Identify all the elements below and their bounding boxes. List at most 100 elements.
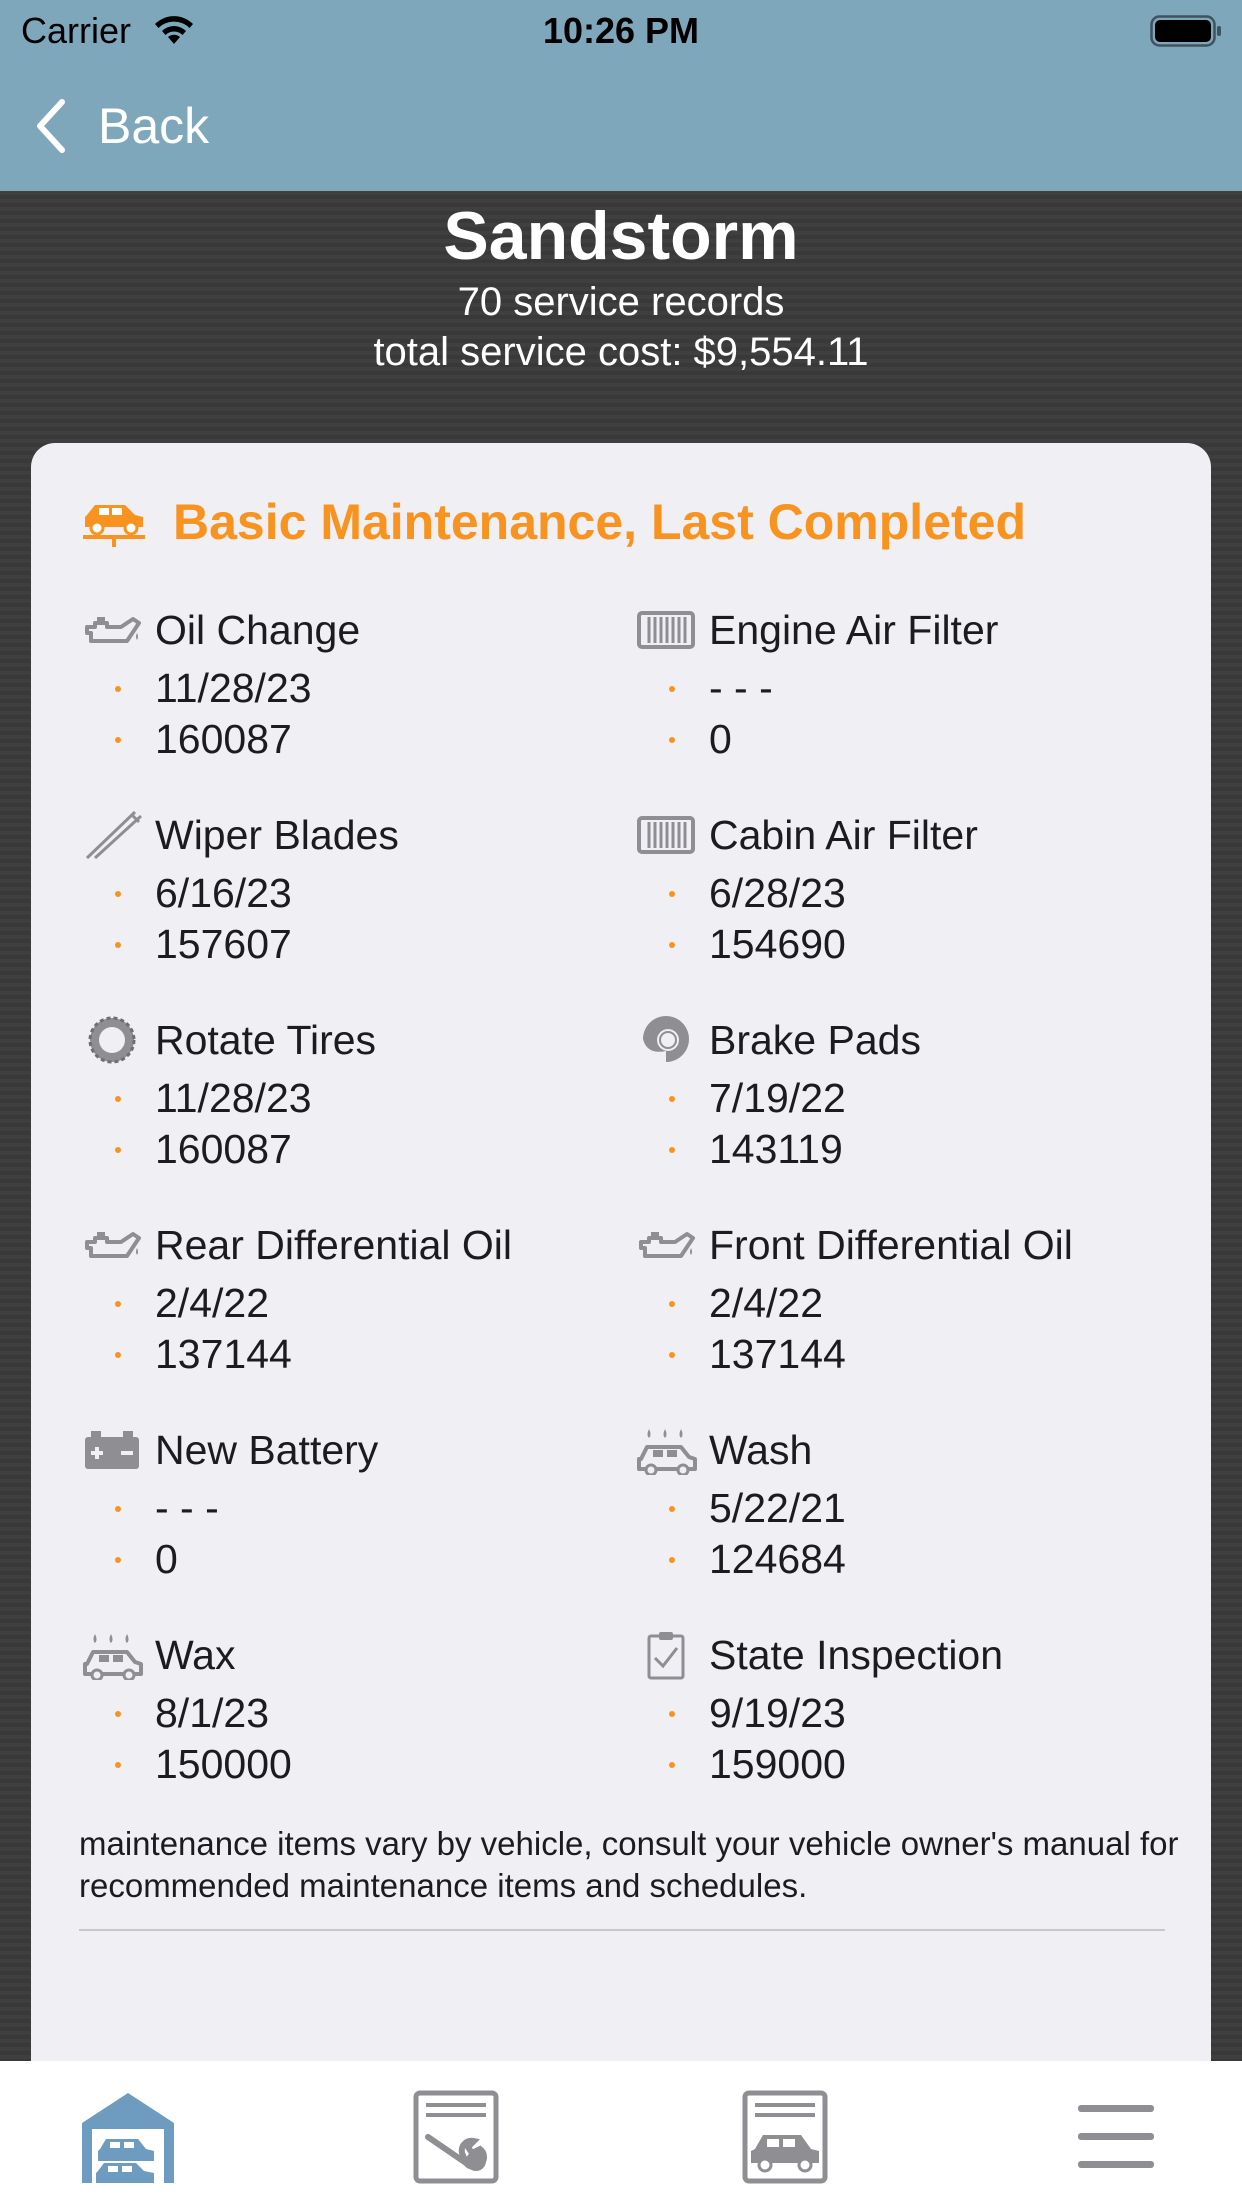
item-mileage-value: 154690 <box>709 921 846 967</box>
vehicle-log-icon <box>742 2090 828 2184</box>
item-mileage-value: 137144 <box>709 1331 846 1377</box>
wiper-icon <box>81 810 143 860</box>
item-date: 5/22/21 <box>635 1483 1155 1534</box>
maintenance-item: New Battery - - - 0 <box>81 1423 601 1623</box>
maintenance-item: Wiper Blades 6/16/23 157607 <box>81 808 601 1008</box>
item-label: Oil Change <box>155 606 361 653</box>
bullet-dot <box>669 1300 675 1307</box>
bullet-dot <box>115 1710 121 1717</box>
bullet-dot <box>669 1095 675 1102</box>
item-date: 2/4/22 <box>635 1278 1155 1329</box>
checklist-icon <box>635 1630 697 1680</box>
maintenance-item: State Inspection 9/19/23 159000 <box>635 1628 1155 1828</box>
maintenance-item: Front Differential Oil 2/4/22 137144 <box>635 1218 1155 1418</box>
navigation-bar: Carrier 10:26 PM Back <box>0 0 1242 191</box>
item-header: Engine Air Filter <box>635 603 1155 657</box>
item-header: Wiper Blades <box>81 808 601 862</box>
item-date-value: 5/22/21 <box>709 1485 846 1531</box>
car-lift-icon <box>83 505 145 547</box>
maintenance-item: Wash 5/22/21 124684 <box>635 1423 1155 1623</box>
bullet-dot <box>115 941 121 948</box>
item-mileage-value: 157607 <box>155 921 292 967</box>
bullet-dot <box>669 685 675 692</box>
divider <box>79 1929 1165 1931</box>
item-date: - - - <box>635 663 1155 714</box>
item-date-value: 6/28/23 <box>709 870 846 916</box>
item-header: New Battery <box>81 1423 601 1477</box>
item-date-value: 11/28/23 <box>155 665 312 711</box>
item-mileage-value: 124684 <box>709 1536 846 1582</box>
service-log-icon <box>413 2090 499 2184</box>
item-date-value: 9/19/23 <box>709 1690 846 1736</box>
item-date-value: 8/1/23 <box>155 1690 269 1736</box>
card-title-text: Basic Maintenance, Last Completed <box>173 494 1027 550</box>
item-date-value: 6/16/23 <box>155 870 292 916</box>
item-mileage: 143119 <box>635 1124 1155 1175</box>
item-mileage: 159000 <box>635 1739 1155 1790</box>
bullet-dot <box>669 1556 675 1563</box>
tab-garage[interactable] <box>78 2087 178 2187</box>
bullet-dot <box>669 1761 675 1768</box>
item-label: Cabin Air Filter <box>709 811 978 858</box>
bullet-dot <box>115 890 121 897</box>
air-filter-icon <box>635 810 697 860</box>
item-date: 8/1/23 <box>81 1688 601 1739</box>
item-date: 11/28/23 <box>81 1073 601 1124</box>
bullet-dot <box>669 1351 675 1358</box>
bullet-dot <box>115 736 121 743</box>
back-button[interactable]: Back <box>32 96 209 156</box>
car-wash-icon <box>635 1425 697 1475</box>
maintenance-item: Rotate Tires 11/28/23 160087 <box>81 1013 601 1213</box>
item-date-value: 7/19/22 <box>709 1075 846 1121</box>
item-header: Brake Pads <box>635 1013 1155 1067</box>
maintenance-note: maintenance items vary by vehicle, consu… <box>79 1825 1179 1904</box>
item-mileage: 137144 <box>81 1329 601 1380</box>
item-mileage: 137144 <box>635 1329 1155 1380</box>
bullet-dot <box>115 1556 121 1563</box>
maintenance-card: Basic Maintenance, Last Completed Oil Ch… <box>31 443 1211 2143</box>
item-label: Rear Differential Oil <box>155 1221 512 1268</box>
brake-icon <box>635 1015 697 1065</box>
battery-icon <box>81 1425 143 1475</box>
maintenance-item: Engine Air Filter - - - 0 <box>635 603 1155 803</box>
bullet-dot <box>115 1095 121 1102</box>
menu-icon <box>1078 2105 1154 2168</box>
item-mileage-value: 159000 <box>709 1741 846 1787</box>
item-date: 6/16/23 <box>81 868 601 919</box>
tab-menu[interactable] <box>1066 2087 1166 2187</box>
tab-bar <box>0 2061 1242 2208</box>
tire-icon <box>81 1015 143 1065</box>
vehicle-name: Sandstorm <box>443 198 799 274</box>
item-date-value: - - - <box>709 665 773 711</box>
status-bar: Carrier 10:26 PM <box>0 0 1242 62</box>
item-header: Cabin Air Filter <box>635 808 1155 862</box>
item-label: State Inspection <box>709 1631 1004 1678</box>
item-header: Oil Change <box>81 603 601 657</box>
item-label: Wax <box>155 1631 236 1678</box>
service-record-count: 70 service records <box>457 280 785 324</box>
item-date: - - - <box>81 1483 601 1534</box>
item-mileage: 160087 <box>81 714 601 765</box>
item-label: New Battery <box>155 1426 379 1473</box>
maintenance-item: Wax 8/1/23 150000 <box>81 1628 601 1828</box>
oil-can-icon <box>81 1220 143 1270</box>
item-header: Front Differential Oil <box>635 1218 1155 1272</box>
card-title: Basic Maintenance, Last Completed <box>81 493 1026 551</box>
item-mileage: 154690 <box>635 919 1155 970</box>
bullet-dot <box>669 890 675 897</box>
maintenance-item: Rear Differential Oil 2/4/22 137144 <box>81 1218 601 1418</box>
bullet-dot <box>669 1710 675 1717</box>
item-header: Rotate Tires <box>81 1013 601 1067</box>
item-label: Brake Pads <box>709 1016 921 1063</box>
air-filter-icon <box>635 605 697 655</box>
chevron-left-icon <box>37 99 65 153</box>
item-date: 6/28/23 <box>635 868 1155 919</box>
clock: 10:26 PM <box>542 10 700 51</box>
item-date-value: - - - <box>155 1485 219 1531</box>
battery-status-icon <box>1150 15 1221 47</box>
bullet-dot <box>669 1146 675 1153</box>
bullet-dot <box>115 1761 121 1768</box>
tab-service[interactable] <box>406 2087 506 2187</box>
oil-can-icon <box>81 605 143 655</box>
tab-vehicle-log[interactable] <box>735 2087 835 2187</box>
